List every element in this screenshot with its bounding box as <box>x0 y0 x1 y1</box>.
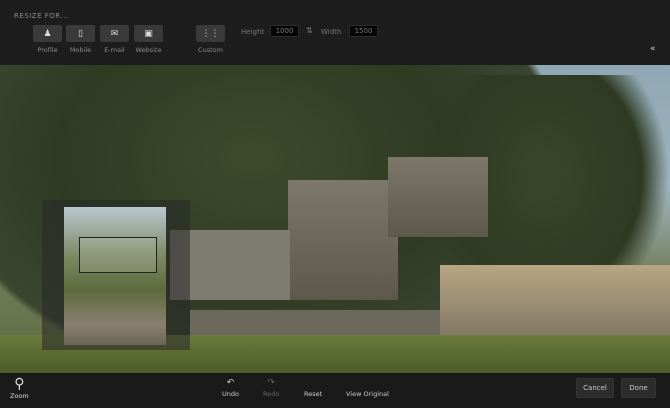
done-button[interactable]: Done <box>621 378 656 398</box>
reset-button[interactable]: Reset <box>304 378 322 398</box>
preset-email[interactable]: ✉ E-mail <box>100 25 129 54</box>
swap-dimensions-icon[interactable]: ⇅ <box>306 26 313 35</box>
cancel-button[interactable]: Cancel <box>576 378 614 398</box>
magnifier-icon: ⚲ <box>14 376 25 392</box>
preset-website[interactable]: ▣ Website <box>134 25 163 54</box>
navigator-viewport[interactable] <box>79 237 157 273</box>
resize-title: RESIZE FOR... <box>14 12 69 20</box>
reset-icon <box>304 378 322 390</box>
collapse-icon[interactable]: « <box>650 44 656 54</box>
preset-custom[interactable]: ⋮⋮ Custom <box>196 25 225 54</box>
height-label: Height <box>241 28 265 36</box>
zoom-button[interactable]: ⚲ Zoom <box>10 376 29 400</box>
redo-icon: ↷ <box>267 378 275 388</box>
photo-canvas[interactable] <box>0 65 670 373</box>
preset-profile[interactable]: ♟ Profile <box>33 25 62 54</box>
bottom-toolbar: ⚲ Zoom ↶ Undo ↷ Redo Reset View Original Ca… <box>0 373 670 408</box>
undo-button[interactable]: ↶ Undo <box>222 378 239 398</box>
redo-button[interactable]: ↷ Redo <box>263 378 279 398</box>
custom-icon: ⋮⋮ <box>196 25 225 42</box>
website-icon: ▣ <box>134 25 163 42</box>
resize-toolbar: RESIZE FOR... ♟ Profile ▯ Mobile ✉ E-mail ▣… <box>0 0 670 65</box>
width-input[interactable] <box>349 25 378 37</box>
undo-icon: ↶ <box>226 378 235 388</box>
email-icon: ✉ <box>100 25 129 42</box>
ruin-terrace <box>440 265 670 345</box>
navigator-thumbnail[interactable] <box>64 207 166 345</box>
ruin-wall <box>288 180 398 300</box>
height-input[interactable] <box>270 25 299 37</box>
mobile-icon: ▯ <box>66 25 95 42</box>
preset-mobile[interactable]: ▯ Mobile <box>66 25 95 54</box>
user-icon: ♟ <box>33 25 62 42</box>
view-original-icon <box>346 378 389 390</box>
width-label: Width <box>321 28 342 36</box>
view-original-button[interactable]: View Original <box>346 378 389 398</box>
navigator-panel <box>42 200 190 350</box>
ruin-wall <box>388 157 488 237</box>
